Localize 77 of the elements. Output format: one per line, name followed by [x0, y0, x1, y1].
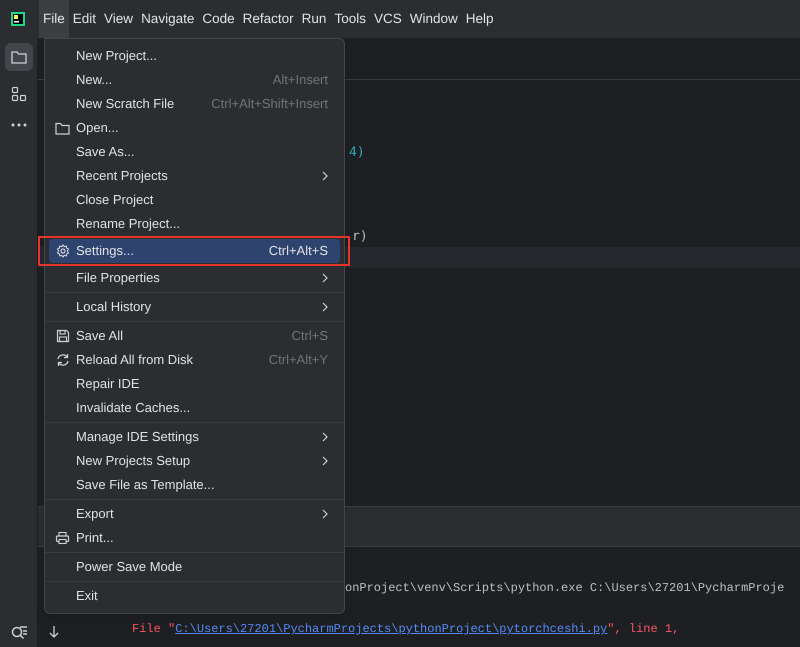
folder-icon [55, 122, 70, 134]
menu-entry[interactable]: File Properties [49, 266, 340, 290]
menu-label: Open... [76, 119, 120, 138]
menu-entry[interactable]: Invalidate Caches... [49, 396, 340, 420]
app-logo-icon[interactable] [11, 12, 25, 26]
menu-item[interactable]: Code [198, 0, 239, 38]
console-text: File " [132, 621, 176, 638]
menu-label: Manage IDE Settings [76, 428, 200, 446]
menu-label: Recent Projects [76, 167, 169, 186]
menu-item[interactable]: VCS [370, 0, 406, 38]
menu-label: Save All [76, 327, 124, 346]
menu-entry[interactable]: New Projects Setup [49, 449, 340, 473]
menu-label: File Properties [76, 269, 161, 288]
menu-label: Print... [76, 529, 115, 548]
printer-icon [55, 531, 70, 545]
menu-label: Local History [76, 298, 152, 316]
folder-icon [10, 50, 26, 64]
menu-item[interactable]: Run [298, 0, 330, 38]
menu-label: New Project... [76, 47, 158, 66]
menu-entry[interactable]: Settings... Ctrl+Alt+S [49, 239, 340, 263]
menu-label: Rename Project... [76, 215, 182, 234]
shortcut-text: Alt+Insert [272, 71, 329, 90]
project-button[interactable] [4, 43, 32, 71]
menu-entry[interactable]: Close Project [49, 188, 340, 212]
menu-label: Close Project [76, 191, 154, 210]
menu-entry[interactable]: New Scratch File Ctrl+Alt+Shift+Insert [49, 92, 340, 116]
more-icon[interactable] [10, 123, 26, 127]
menu-label: New Scratch File [76, 95, 176, 114]
shortcut-text: Ctrl+Alt+Y [268, 351, 329, 370]
search-icon[interactable] [11, 625, 28, 640]
menu-item[interactable]: Navigate [137, 0, 198, 38]
console-text: onProject\venv\Scripts\python.exe C:\Users\27201\PycharmProje [345, 580, 784, 597]
menu-item[interactable]: Edit [68, 0, 100, 38]
menu-label: Settings... [76, 242, 135, 260]
menu-entry[interactable]: Export [49, 502, 340, 526]
menu-label: Power Save Mode [76, 558, 184, 576]
menu-entry[interactable]: Repair IDE [49, 372, 340, 396]
menu-item[interactable]: Help [462, 0, 498, 38]
menu-entry[interactable]: Open... [49, 116, 340, 140]
menu-label: Exit [76, 587, 99, 606]
menu-entry[interactable]: Recent Projects [49, 164, 340, 188]
menu-entry[interactable]: Manage IDE Settings [49, 425, 340, 449]
menu-entry[interactable]: Save File as Template... [49, 473, 340, 497]
menu-entry[interactable]: Reload All from Disk Ctrl+Alt+Y [49, 348, 340, 372]
code-text: 4) [349, 144, 365, 162]
menu-label: New... [76, 71, 114, 90]
shortcut-text: Ctrl+Alt+Shift+Insert [211, 95, 329, 114]
menu-label: Export [76, 505, 115, 524]
menu-item[interactable]: Window [406, 0, 462, 38]
shortcut-text: Ctrl+Alt+S [268, 242, 329, 260]
menu-entry[interactable]: New Project... [49, 44, 340, 68]
menu-entry[interactable]: Power Save Mode [49, 555, 340, 579]
menu-label: Save As... [76, 143, 136, 162]
menu-item[interactable]: Refactor [238, 0, 298, 38]
shortcut-text: Ctrl+S [292, 327, 329, 346]
menu-label: Repair IDE [76, 375, 141, 394]
structure-icon[interactable] [10, 86, 26, 102]
settings-icon [56, 244, 70, 258]
menu-label: Invalidate Caches... [76, 399, 192, 418]
menu-item[interactable]: View [100, 0, 138, 38]
menu-item[interactable]: File [39, 0, 69, 38]
menu-entry[interactable]: New... Alt+Insert [49, 68, 340, 92]
menu-entry[interactable]: Exit [49, 584, 340, 608]
menu-label: New Projects Setup [76, 452, 192, 470]
code-text: r) [352, 228, 368, 246]
menu-entry[interactable]: Print... [49, 526, 340, 550]
menu-entry[interactable]: Save All Ctrl+S [49, 324, 340, 348]
menu-entry[interactable]: Save As... [49, 140, 340, 164]
menu-label: Reload All from Disk [76, 351, 194, 370]
reload-icon [54, 353, 70, 367]
console-text: ", line 1, [607, 621, 680, 638]
menu-label: Save File as Template... [76, 476, 216, 494]
down-arrow-icon[interactable] [49, 625, 59, 639]
menu-item[interactable]: Tools [330, 0, 370, 38]
menu-entry[interactable]: Rename Project... [49, 212, 340, 236]
file-link[interactable]: C:\Users\27201\PycharmProjects\pythonProject\pytorchceshi.py [175, 620, 608, 638]
menu-entry[interactable]: Local History [49, 295, 340, 319]
